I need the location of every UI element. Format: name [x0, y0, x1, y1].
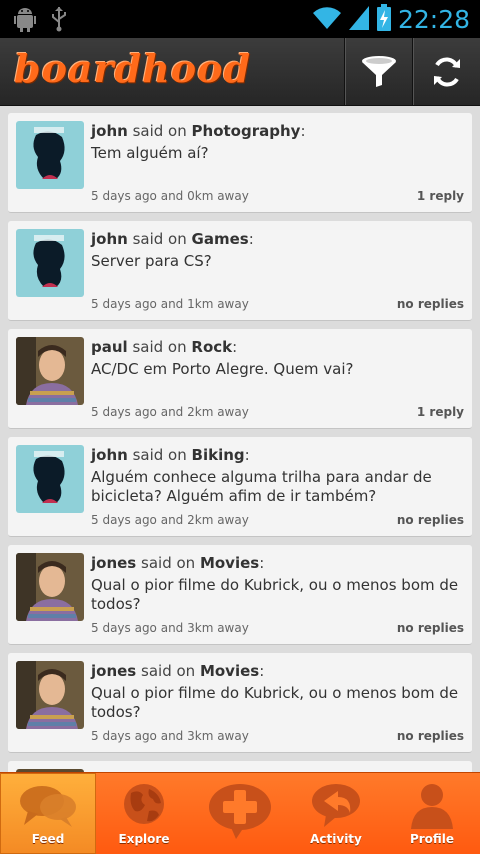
post-message: Tem alguém aí? [91, 144, 209, 162]
post-meta: 5 days ago and 3km away [91, 729, 249, 743]
post-card[interactable]: john said on Photography: Tem alguém aí?… [8, 113, 472, 213]
post-meta: 5 days ago and 3km away [91, 621, 249, 635]
filter-icon [361, 55, 396, 87]
tab-profile[interactable]: Profile [384, 773, 480, 854]
battery-charging-icon [376, 4, 392, 36]
post-username[interactable]: john [91, 122, 128, 140]
post-meta: 5 days ago and 1km away [91, 297, 249, 311]
poster-avatar[interactable] [16, 121, 84, 189]
post-board[interactable]: Photography [192, 122, 301, 140]
post-said-on: said on [132, 122, 187, 140]
post-message: AC/DC em Porto Alegre. Quem vai? [91, 360, 354, 378]
post-card[interactable]: john said on Games: Server para CS? 5 da… [8, 221, 472, 321]
android-debug-icon [14, 6, 36, 36]
post-board[interactable]: Biking [192, 446, 245, 464]
poster-avatar[interactable] [16, 229, 84, 297]
post-header: paul said on Rock: [91, 338, 238, 356]
post-board[interactable]: Rock [191, 338, 232, 356]
person-icon [411, 784, 453, 829]
tab-activity[interactable]: Activity [288, 773, 384, 854]
post-board[interactable]: Games [192, 230, 249, 248]
post-username[interactable]: john [91, 230, 128, 248]
post-replies: 1 reply [416, 189, 464, 203]
post-card[interactable]: jones said on Movies: Qual o pior filme … [8, 545, 472, 645]
filter-button[interactable] [344, 38, 412, 105]
signal-icon [348, 5, 370, 35]
app-logo: boardhood [14, 46, 252, 91]
post-board[interactable]: Movies [200, 662, 259, 680]
refresh-button[interactable] [412, 38, 480, 105]
post-said-on: said on [132, 446, 187, 464]
person-avatar[interactable] [16, 661, 84, 729]
post-replies: 1 reply [416, 405, 464, 419]
post-username[interactable]: paul [91, 338, 128, 356]
status-bar: 22:28 [0, 0, 480, 38]
poster-avatar[interactable] [16, 445, 84, 513]
bottom-tab-bar: Feed Explore Activity Profile [0, 772, 480, 854]
refresh-icon [433, 57, 460, 86]
tab-label: Explore [118, 832, 170, 846]
post-header: jones said on Movies: [91, 554, 265, 572]
post-replies: no replies [396, 621, 464, 635]
post-card[interactable]: paul said on Rock: AC/DC em Porto Alegre… [8, 329, 472, 429]
wifi-icon [312, 6, 342, 34]
tab-feed[interactable]: Feed [0, 773, 96, 854]
post-said-on: said on [141, 662, 196, 680]
action-bar: boardhood [0, 38, 480, 106]
clock: 22:28 [397, 5, 470, 34]
post-said-on: said on [141, 554, 196, 572]
post-header: john said on Games: [91, 230, 254, 248]
post-message: Server para CS? [91, 252, 212, 270]
post-username[interactable]: jones [91, 554, 136, 572]
tab-new-post[interactable] [192, 773, 288, 854]
speech-bubbles-icon [20, 786, 76, 827]
post-message: Alguém conhece alguma trilha para andar … [91, 468, 432, 505]
post-said-on: said on [132, 230, 187, 248]
post-username[interactable]: john [91, 446, 128, 464]
tab-explore[interactable]: Explore [96, 773, 192, 854]
person-avatar[interactable] [16, 553, 84, 621]
globe-icon [124, 784, 164, 824]
usb-icon [50, 6, 68, 36]
post-header: john said on Photography: [91, 122, 306, 140]
tab-label: Feed [31, 832, 65, 846]
post-card[interactable]: john said on Biking: Alguém conhece algu… [8, 437, 472, 537]
person-avatar[interactable] [16, 337, 84, 405]
post-board[interactable]: Movies [200, 554, 259, 572]
post-header: jones said on Movies: [91, 662, 265, 680]
post-message: Qual o pior filme do Kubrick, ou o menos… [91, 684, 459, 721]
post-replies: no replies [396, 729, 464, 743]
reply-arrow-icon [312, 784, 360, 827]
post-message: Qual o pior filme do Kubrick, ou o menos… [91, 576, 459, 613]
add-post-icon [209, 784, 271, 839]
post-meta: 5 days ago and 0km away [91, 189, 249, 203]
post-username[interactable]: jones [91, 662, 136, 680]
post-replies: no replies [396, 513, 464, 527]
post-replies: no replies [396, 297, 464, 311]
post-said-on: said on [132, 338, 187, 356]
post-meta: 5 days ago and 2km away [91, 513, 249, 527]
post-card[interactable]: jones said on Movies: Qual o pior filme … [8, 653, 472, 753]
post-meta: 5 days ago and 2km away [91, 405, 249, 419]
tab-label: Activity [310, 832, 362, 846]
post-card-partial[interactable] [8, 761, 472, 772]
tab-label: Profile [409, 832, 455, 846]
post-header: john said on Biking: [91, 446, 250, 464]
feed-list[interactable]: john said on Photography: Tem alguém aí?… [0, 106, 480, 772]
